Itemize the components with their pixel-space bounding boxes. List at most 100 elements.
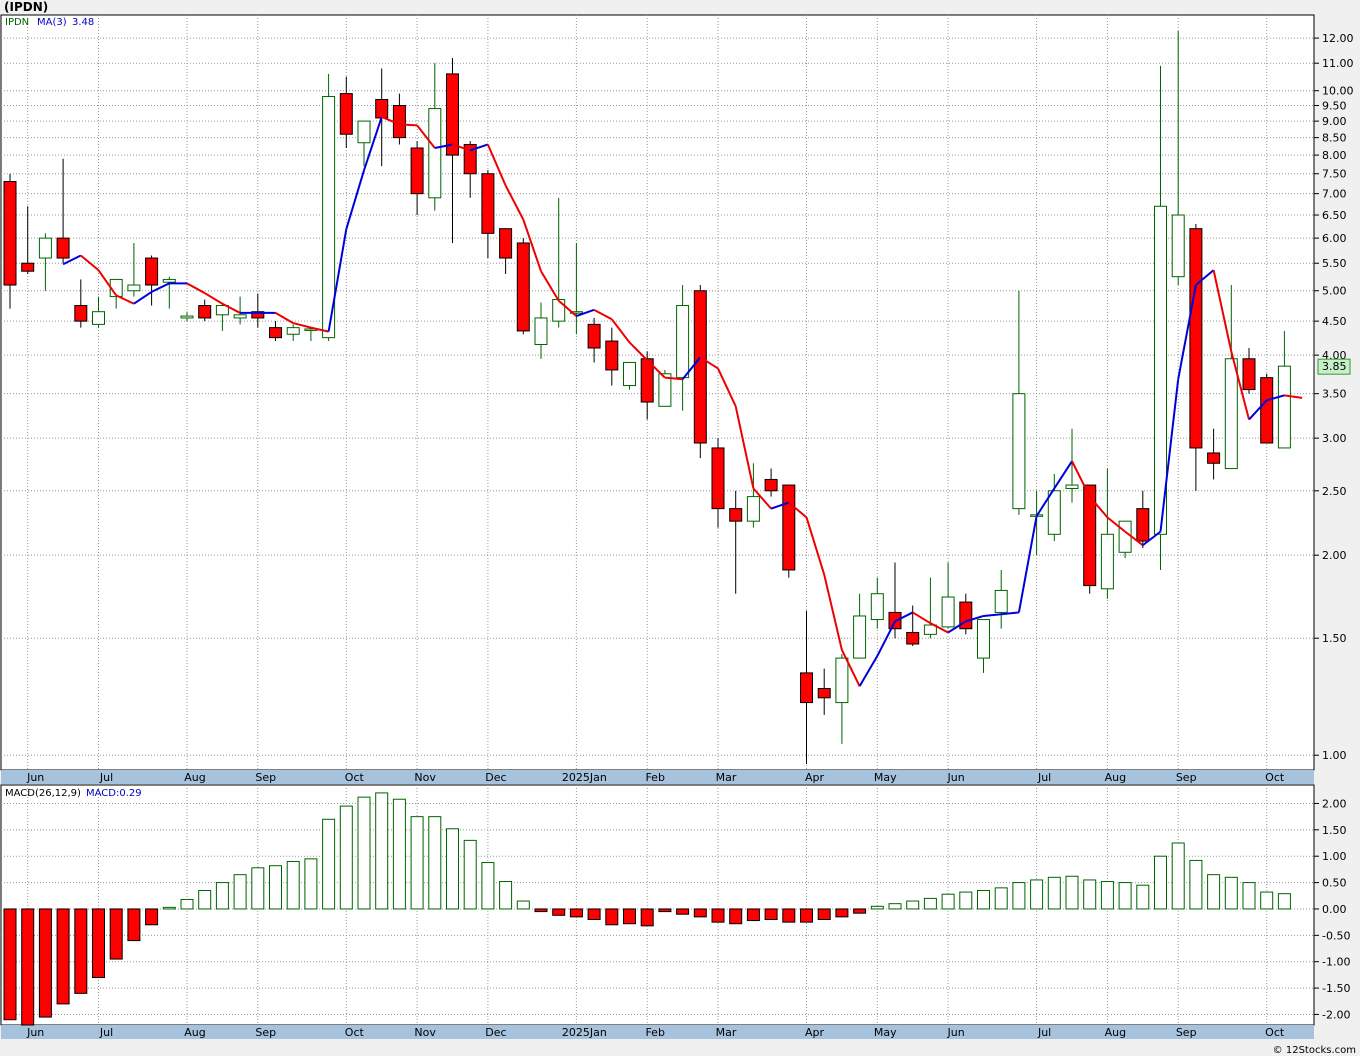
price-y-tick-label: 7.00 bbox=[1322, 188, 1347, 201]
macd-bar-positive bbox=[339, 805, 353, 910]
ticker-label: IPDN bbox=[5, 17, 29, 28]
macd-x-tick-label: Aug bbox=[1105, 1026, 1126, 1039]
candle-up bbox=[1118, 520, 1132, 559]
candle-body bbox=[534, 317, 548, 346]
candle-body bbox=[1171, 214, 1185, 278]
price-x-tick-label: Nov bbox=[414, 771, 436, 784]
candle-body bbox=[1100, 533, 1114, 590]
macd-bar-positive bbox=[1065, 875, 1079, 910]
macd-bar-negative bbox=[676, 908, 690, 915]
macd-bar-positive bbox=[357, 796, 371, 910]
price-y-tick-label: 7.50 bbox=[1322, 168, 1347, 181]
price-y-tick-label: 2.50 bbox=[1322, 485, 1347, 498]
macd-bar-positive bbox=[215, 882, 229, 910]
macd-x-tick-label: Nov bbox=[414, 1026, 436, 1039]
macd-x-tick-label: Feb bbox=[645, 1026, 664, 1039]
macd-label: MACD(26,12,9) bbox=[5, 788, 81, 799]
candle-body bbox=[1065, 484, 1079, 489]
price-x-tick-label: Feb bbox=[645, 771, 664, 784]
price-y-tick-label: 1.50 bbox=[1322, 632, 1347, 645]
price-y-tick-label: 10.00 bbox=[1322, 85, 1354, 98]
macd-bar-positive bbox=[959, 891, 973, 910]
candle-body bbox=[3, 181, 17, 286]
candle-body bbox=[499, 228, 513, 259]
price-y-tick-label: 8.50 bbox=[1322, 132, 1347, 145]
macd-x-tick-label: Jul bbox=[99, 1026, 113, 1039]
candle-body bbox=[198, 305, 212, 319]
macd-bar-positive bbox=[1118, 882, 1132, 910]
macd-x-tick-label: 2025Jan bbox=[562, 1026, 607, 1039]
price-x-tick-label: Oct bbox=[345, 771, 365, 784]
macd-bar-positive bbox=[1030, 879, 1044, 910]
price-x-tick-label: Jun bbox=[26, 771, 44, 784]
macd-x-tick-label: Sep bbox=[255, 1026, 276, 1039]
candle-body bbox=[870, 593, 884, 621]
macd-y-tick-label: 2.00 bbox=[1322, 797, 1347, 810]
macd-value-label: MACD:0.29 bbox=[86, 788, 142, 799]
macd-bar-positive bbox=[410, 816, 424, 910]
macd-bar-positive bbox=[446, 828, 459, 910]
macd-bar-negative bbox=[569, 908, 583, 918]
candle-body bbox=[269, 327, 282, 339]
macd-bar-positive bbox=[1242, 882, 1256, 910]
last-price-label: 3.85 bbox=[1322, 360, 1347, 373]
candle-down bbox=[516, 238, 530, 335]
macd-bar-negative bbox=[711, 908, 725, 923]
price-y-tick-label: 5.50 bbox=[1322, 257, 1347, 270]
candle-body bbox=[1136, 508, 1150, 542]
macd-x-tick-label: Jun bbox=[26, 1026, 44, 1039]
macd-bar-negative bbox=[74, 908, 88, 994]
candle-body bbox=[127, 284, 141, 292]
macd-bar-positive bbox=[428, 816, 442, 910]
macd-bar-negative bbox=[145, 908, 159, 926]
candle-body bbox=[357, 120, 371, 144]
candle-body bbox=[605, 340, 619, 371]
macd-bar-negative bbox=[729, 908, 743, 925]
macd-bar-positive bbox=[286, 860, 300, 910]
macd-bar-negative bbox=[92, 908, 105, 979]
macd-bar-negative bbox=[817, 908, 831, 921]
macd-bar-positive bbox=[977, 889, 990, 910]
candle-up bbox=[623, 361, 636, 390]
candle-body bbox=[711, 447, 725, 510]
macd-bar-positive bbox=[180, 898, 194, 910]
candle-body bbox=[1047, 490, 1061, 535]
macd-bar-negative bbox=[605, 908, 619, 926]
macd-bar-positive bbox=[1189, 859, 1203, 910]
macd-bar-negative bbox=[835, 908, 849, 918]
candle-up bbox=[322, 73, 336, 342]
candle-body bbox=[410, 147, 424, 195]
ma-value-label: 3.48 bbox=[72, 17, 94, 28]
price-x-tick-label: Oct bbox=[1265, 771, 1285, 784]
candle-body bbox=[676, 305, 690, 379]
macd-bar-positive bbox=[906, 900, 920, 910]
candle-body bbox=[180, 315, 194, 319]
macd-bar-negative bbox=[127, 908, 141, 942]
macd-y-tick-label: 1.50 bbox=[1322, 824, 1347, 837]
candle-body bbox=[1118, 520, 1132, 553]
stock-chart: 1.001.502.002.503.003.504.004.505.005.50… bbox=[0, 14, 1354, 1039]
price-y-tick-label: 12.00 bbox=[1322, 32, 1354, 45]
candle-body bbox=[941, 596, 955, 628]
candle-body bbox=[853, 615, 867, 659]
candle-body bbox=[1277, 365, 1291, 449]
macd-bar-positive bbox=[941, 893, 955, 910]
macd-x-tick-label: Jul bbox=[1037, 1026, 1051, 1039]
macd-bar-positive bbox=[1207, 874, 1221, 910]
macd-y-tick-label: -0.50 bbox=[1322, 929, 1350, 942]
macd-bar-positive bbox=[923, 897, 937, 910]
macd-x-tick-label: Apr bbox=[805, 1026, 825, 1039]
price-x-tick-label: Aug bbox=[1105, 771, 1126, 784]
candle-body bbox=[587, 323, 601, 349]
macd-bar-negative bbox=[56, 908, 70, 1005]
candle-body bbox=[1242, 358, 1256, 391]
macd-x-tick-label: Sep bbox=[1176, 1026, 1197, 1039]
candle-body bbox=[516, 242, 530, 332]
macd-bar-negative bbox=[746, 908, 760, 922]
candle-body bbox=[693, 290, 707, 444]
candle-body bbox=[145, 257, 159, 286]
macd-y-tick-label: -2.00 bbox=[1322, 1008, 1350, 1021]
price-y-tick-label: 2.00 bbox=[1322, 549, 1347, 562]
macd-bar-negative bbox=[800, 908, 813, 923]
macd-bar-positive bbox=[1277, 893, 1291, 910]
